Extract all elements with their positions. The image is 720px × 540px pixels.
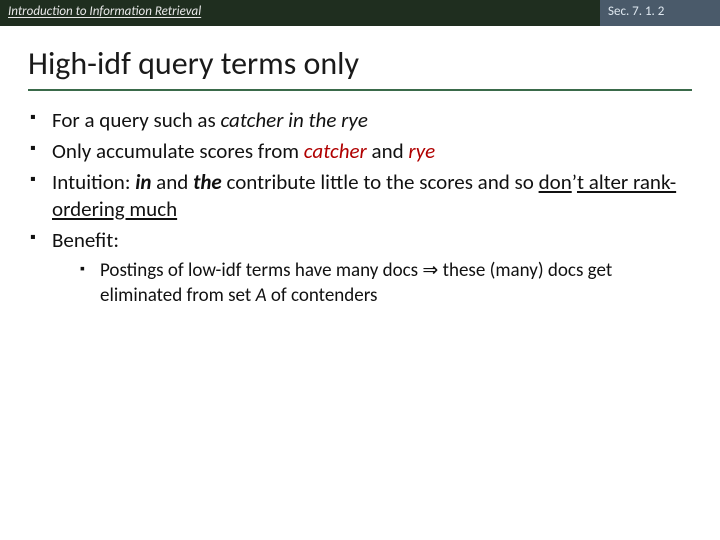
text: For a query such as xyxy=(52,107,220,133)
list-item: Intuition: in and the contribute little … xyxy=(28,169,692,223)
text-underline: don xyxy=(539,169,572,195)
text: and xyxy=(367,138,409,164)
list-item: Only accumulate scores from catcher and … xyxy=(28,138,692,165)
text-italic: catcher in the rye xyxy=(220,107,367,133)
text-bold-italic: the xyxy=(193,169,222,195)
list-item: Benefit: Postings of low-idf terms have … xyxy=(28,227,692,309)
text: Postings of low-idf terms have many docs xyxy=(100,259,422,282)
sub-bullet-list: Postings of low-idf terms have many docs… xyxy=(52,259,692,308)
arrow-icon: ⇒ xyxy=(422,259,438,282)
slide-title: High-idf query terms only xyxy=(0,26,720,89)
slide-content: For a query such as catcher in the rye O… xyxy=(0,91,720,308)
text: contribute little to the scores and so xyxy=(222,169,539,195)
text-bold-italic: in xyxy=(135,169,151,195)
text-italic-highlight: rye xyxy=(408,138,435,164)
section-label: Sec. 7. 1. 2 xyxy=(600,0,720,26)
text: Benefit: xyxy=(52,227,119,253)
list-item: Postings of low-idf terms have many docs… xyxy=(78,259,692,308)
top-bar: Introduction to Information Retrieval Se… xyxy=(0,0,720,26)
course-title: Introduction to Information Retrieval xyxy=(0,0,600,26)
text-italic-highlight: catcher xyxy=(304,138,367,164)
text: and xyxy=(151,169,193,195)
text: Intuition: xyxy=(52,169,135,195)
text: Only accumulate scores from xyxy=(52,138,304,164)
text-italic: A xyxy=(256,284,267,307)
slide: Introduction to Information Retrieval Se… xyxy=(0,0,720,540)
bullet-list: For a query such as catcher in the rye O… xyxy=(28,107,692,308)
list-item: For a query such as catcher in the rye xyxy=(28,107,692,134)
text: of contenders xyxy=(267,284,378,307)
